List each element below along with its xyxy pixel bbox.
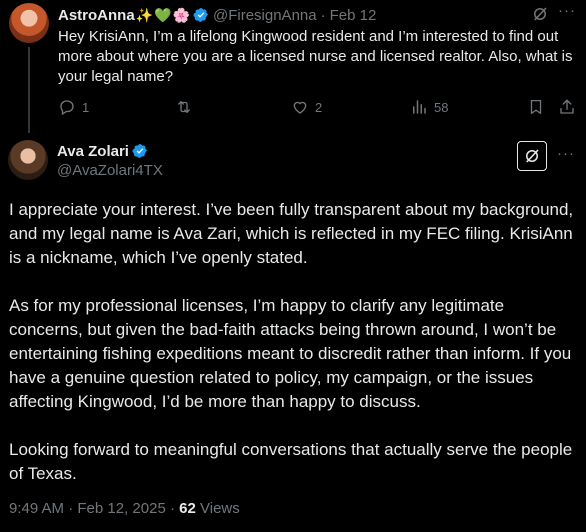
view-count[interactable]: 62 [179,500,196,517]
share-icon [560,99,574,114]
green-heart-emoji: 💚 [154,6,172,23]
parent-tweet-text: Hey KrisiAnn, I’m a lifelong Kingwood re… [58,28,573,85]
reply-icon [60,100,74,116]
verified-badge-icon[interactable] [132,143,148,159]
views-button[interactable]: 58 [410,98,448,116]
author-display-name[interactable]: Ava Zolari [57,143,129,160]
sparkles-emoji: ✨ [135,6,154,23]
views-count: 58 [434,99,449,115]
tweet-paragraph: I appreciate your interest. I’ve been fu… [9,200,574,267]
grok-icon[interactable] [531,5,549,23]
parent-tweet-header: AstroAnna ✨ 💚 🌸 @FiresignAnna · Feb 12 [58,5,376,25]
tweet-metadata: 9:49 AM · Feb 12, 2025 · 62 Views [9,500,240,517]
author-name-row: Ava Zolari [57,141,148,161]
author-avatar[interactable] [8,140,48,180]
tweet-body: I appreciate your interest. I’ve been fu… [9,198,581,486]
meta-separator: · [68,500,74,517]
share-button[interactable] [558,98,576,116]
parent-tweet[interactable]: AstroAnna ✨ 💚 🌸 @FiresignAnna · Feb 12 ·… [0,0,586,133]
parent-handle[interactable]: @FiresignAnna [213,7,317,24]
more-options-icon[interactable]: ··· [557,145,575,162]
views-label: Views [200,500,240,517]
reply-button[interactable]: 1 [58,98,89,116]
thread-connector-line [28,47,30,133]
header-separator: · [320,6,326,24]
repost-icon [178,101,190,113]
more-options-icon[interactable]: ··· [558,2,576,19]
meta-separator: · [169,500,175,517]
parent-avatar[interactable] [9,3,49,43]
grok-icon [526,149,539,163]
bookmark-button[interactable] [527,98,545,116]
like-count: 2 [315,99,323,115]
parent-display-name[interactable]: AstroAnna [58,7,135,24]
grok-button[interactable] [517,141,547,171]
cherry-blossom-emoji: 🌸 [172,6,190,23]
like-icon [293,101,307,114]
views-icon [413,100,426,114]
bookmark-icon [530,99,542,115]
parent-timestamp[interactable]: Feb 12 [330,7,377,24]
tweet-paragraph: Looking forward to meaningful conversati… [9,440,573,483]
reply-count: 1 [82,99,90,115]
repost-button[interactable] [175,98,199,116]
tweet-time[interactable]: 9:49 AM [9,500,64,517]
parent-action-bar: 1 2 58 [58,98,578,118]
tweet-paragraph: As for my professional licenses, I’m hap… [9,296,572,411]
like-button[interactable]: 2 [291,98,322,116]
tweet-date[interactable]: Feb 12, 2025 [77,500,165,517]
verified-badge-icon[interactable] [193,7,209,23]
author-handle[interactable]: @AvaZolari4TX [57,162,163,179]
